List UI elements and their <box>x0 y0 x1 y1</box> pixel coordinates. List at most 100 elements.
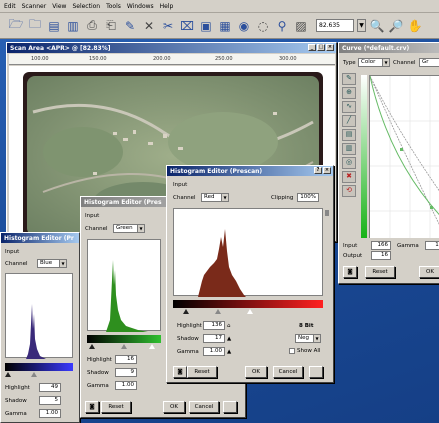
save-icon[interactable]: ▤ <box>46 17 62 35</box>
chevron-down-icon[interactable]: ▼ <box>357 19 366 32</box>
green-shadow-field[interactable]: 9 <box>115 368 137 377</box>
curve-input-field[interactable]: 166 <box>371 241 391 250</box>
red-highlight-field[interactable]: 136 <box>203 321 225 330</box>
red-gamma-field[interactable]: 1.00 <box>203 347 225 356</box>
green-extra-button[interactable] <box>223 401 237 413</box>
type-select[interactable]: Color ▼ <box>358 58 390 67</box>
histogram-icon[interactable]: ⚲ <box>274 17 290 35</box>
red-histogram-plot[interactable] <box>173 208 323 297</box>
green-gamma-label: Gamma <box>87 383 109 389</box>
tools-icon[interactable]: ✂ <box>160 17 176 35</box>
open-icon[interactable]: 🗁 <box>8 17 24 35</box>
red-extra-button[interactable] <box>309 366 323 378</box>
histogram-blue-titlebar[interactable]: Histogram Editor (Pr <box>1 233 79 243</box>
output-field[interactable]: 16 <box>371 251 391 260</box>
clipping-handle[interactable] <box>325 210 329 216</box>
minimize-icon[interactable]: _ <box>308 44 316 51</box>
curve-delete-icon[interactable]: ✖ <box>342 171 356 183</box>
blue-shadow-field[interactable]: 5 <box>39 396 61 405</box>
clipping-slider[interactable] <box>323 208 331 296</box>
prescan-icon[interactable]: ⎙ <box>84 17 100 35</box>
type-value: Color <box>361 59 376 65</box>
blue-shadow-handle[interactable] <box>5 372 11 377</box>
green-reset-button[interactable]: Reset <box>101 401 131 413</box>
red-menu-button[interactable]: ◙ <box>173 366 187 378</box>
red-shadow-field[interactable]: 17 <box>203 334 225 343</box>
help-icon[interactable]: ▨ <box>293 17 309 35</box>
save-as-icon[interactable]: ▥ <box>65 17 81 35</box>
curve-controls: Input 166 Gamma 1.0 Output 16 ◙ Reset OK <box>338 238 439 284</box>
menu-help[interactable]: Help <box>160 3 174 10</box>
blue-highlight-field[interactable]: 49 <box>39 383 61 392</box>
blue-histogram-plot[interactable] <box>5 273 73 359</box>
red-gamma-handle[interactable] <box>215 309 221 314</box>
show-all-checkbox[interactable] <box>289 348 295 354</box>
maximize-icon[interactable]: □ <box>317 44 325 51</box>
curve-title: Curve (*default.crv) <box>342 44 410 52</box>
rotate-icon[interactable]: ▦ <box>217 17 233 35</box>
curve-ok-button[interactable]: OK <box>419 266 439 278</box>
red-highlight-label: Highlight <box>177 323 202 329</box>
cancel-icon[interactable]: ✕ <box>141 17 157 35</box>
green-cancel-button[interactable]: Cancel <box>189 401 219 413</box>
crop-icon[interactable]: ⌧ <box>179 17 195 35</box>
zoom-in-icon[interactable]: 🔍 <box>369 17 385 35</box>
bit-depth-label: 8 Bit <box>299 323 314 329</box>
green-menu-button[interactable]: ◙ <box>85 401 99 413</box>
clipping-field[interactable]: 100% <box>297 193 319 202</box>
zoom-out-icon[interactable]: 🔎 <box>388 17 404 35</box>
curve-smooth-icon[interactable]: ∿ <box>342 101 356 113</box>
green-shadow-handle[interactable] <box>89 344 95 349</box>
curve-eye-icon[interactable]: ◎ <box>342 157 356 169</box>
histogram-red-titlebar[interactable]: Histogram Editor (Prescan) ? × <box>167 166 333 176</box>
neg-select[interactable]: Neg ▼ <box>295 334 321 343</box>
blue-gamma-handle[interactable] <box>31 372 37 377</box>
frame-icon[interactable]: ▣ <box>198 17 214 35</box>
batch-icon[interactable]: ✎ <box>122 17 138 35</box>
scan-icon[interactable]: ⎗ <box>103 17 119 35</box>
green-highlight-label: Highlight <box>87 357 112 363</box>
green-ok-button[interactable]: OK <box>163 401 185 413</box>
green-channel-select[interactable]: Green ▼ <box>113 224 145 233</box>
close-icon[interactable]: × <box>323 167 331 174</box>
green-gamma-handle[interactable] <box>121 344 127 349</box>
blue-gamma-field[interactable]: 1.00 <box>39 409 61 418</box>
circle-icon[interactable]: ◉ <box>236 17 252 35</box>
curve-plot[interactable] <box>369 75 439 256</box>
curve-save-icon[interactable]: ▥ <box>342 143 356 155</box>
hand-icon[interactable]: ✋ <box>407 17 423 35</box>
curve-titlebar[interactable]: Curve (*default.crv) <box>339 43 439 53</box>
curve-open-icon[interactable]: ▤ <box>342 129 356 141</box>
menu-scanner[interactable]: Scanner <box>22 3 47 10</box>
green-gamma-field[interactable]: 1.00 <box>115 381 137 390</box>
menu-windows[interactable]: Windows <box>127 3 154 10</box>
curve-line-icon[interactable]: ╱ <box>342 115 356 127</box>
settings-icon[interactable]: ◌ <box>255 17 271 35</box>
curve-reset-button[interactable]: Reset <box>365 266 395 278</box>
red-shadow-handle[interactable] <box>183 309 189 314</box>
scan-area-titlebar[interactable]: Scan Area <APR> @ [82.83%] _ □ × <box>7 43 336 53</box>
curve-point-icon[interactable]: ⊕ <box>342 87 356 99</box>
zoom-input[interactable]: 82.635 <box>316 19 354 32</box>
green-histogram-plot[interactable] <box>87 239 161 332</box>
menu-view[interactable]: View <box>52 3 66 10</box>
channel-select[interactable]: Gr <box>419 58 439 67</box>
curve-reset-icon[interactable]: ⟲ <box>342 185 356 197</box>
red-cancel-button[interactable]: Cancel <box>273 366 303 378</box>
curve-menu-button[interactable]: ◙ <box>343 266 357 278</box>
curve-pen-icon[interactable]: ✎ <box>342 73 356 85</box>
red-reset-button[interactable]: Reset <box>187 366 217 378</box>
menu-tools[interactable]: Tools <box>106 3 121 10</box>
menu-edit[interactable]: Edit <box>4 3 16 10</box>
blue-channel-select[interactable]: Blue ▼ <box>37 259 67 268</box>
red-ok-button[interactable]: OK <box>245 366 267 378</box>
red-highlight-handle[interactable] <box>247 309 253 314</box>
green-highlight-handle[interactable] <box>149 344 155 349</box>
menu-selection[interactable]: Selection <box>72 3 100 10</box>
scan-folder-icon[interactable]: 🗀 <box>27 17 43 35</box>
red-channel-select[interactable]: Red ▼ <box>201 193 229 202</box>
help-icon[interactable]: ? <box>314 167 322 174</box>
green-highlight-field[interactable]: 16 <box>115 355 137 364</box>
curve-gamma-field[interactable]: 1.0 <box>425 241 439 250</box>
close-icon[interactable]: × <box>326 44 334 51</box>
